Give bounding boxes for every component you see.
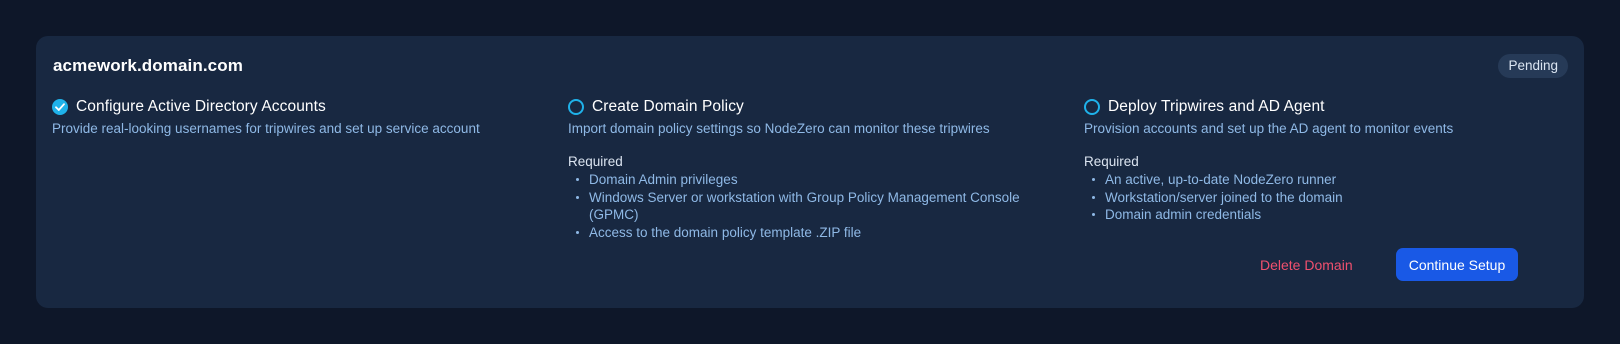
domain-setup-card: acmework.domain.com Pending Configure Ac… [36,36,1584,308]
requirement-item: Domain admin credentials [1090,206,1574,224]
requirement-item: Workstation/server joined to the domain [1090,189,1574,207]
step-deploy-tripwires: Deploy Tripwires and AD Agent Provision … [1084,96,1574,224]
bullet-icon [1092,213,1095,216]
delete-domain-button[interactable]: Delete Domain [1248,249,1365,281]
step-title: Create Domain Policy [592,98,744,115]
step-header: Deploy Tripwires and AD Agent [1084,96,1574,118]
requirement-text: Workstation/server joined to the domain [1105,189,1343,205]
empty-circle-icon [568,99,584,115]
step-create-domain-policy: Create Domain Policy Import domain polic… [568,96,1058,241]
status-badge: Pending [1498,54,1568,78]
bullet-icon [1092,178,1095,181]
requirements-list: Domain Admin privileges Windows Server o… [568,171,1058,241]
required-label: Required [1084,154,1139,169]
step-title: Deploy Tripwires and AD Agent [1108,98,1325,115]
check-circle-icon [52,99,68,115]
continue-setup-button[interactable]: Continue Setup [1396,248,1518,281]
requirement-item: An active, up-to-date NodeZero runner [1090,171,1574,189]
requirement-text: Windows Server or workstation with Group… [589,189,1020,223]
requirement-text: Domain Admin privileges [589,172,738,187]
step-description: Import domain policy settings so NodeZer… [568,121,990,136]
step-description: Provide real-looking usernames for tripw… [52,121,480,136]
step-header: Configure Active Directory Accounts [52,96,542,118]
requirement-item: Access to the domain policy template .ZI… [574,224,1058,242]
bullet-icon [576,178,579,181]
step-configure-ad-accounts: Configure Active Directory Accounts Prov… [52,96,542,138]
required-label: Required [568,154,623,169]
requirements-list: An active, up-to-date NodeZero runner Wo… [1084,171,1574,224]
step-title: Configure Active Directory Accounts [76,98,326,115]
requirement-item: Domain Admin privileges [574,171,1058,189]
requirement-text: Access to the domain policy template .ZI… [589,224,862,240]
empty-circle-icon [1084,99,1100,115]
requirement-text: Domain admin credentials [1105,207,1262,222]
step-description: Provision accounts and set up the AD age… [1084,121,1454,136]
bullet-icon [1092,195,1095,199]
step-header: Create Domain Policy [568,96,1058,118]
requirement-text: An active, up-to-date NodeZero runner [1105,172,1337,187]
domain-name-title: acmework.domain.com [53,56,243,75]
bullet-icon [576,230,579,234]
requirement-item: Windows Server or workstation with Group… [574,189,1058,224]
bullet-icon [576,195,579,199]
